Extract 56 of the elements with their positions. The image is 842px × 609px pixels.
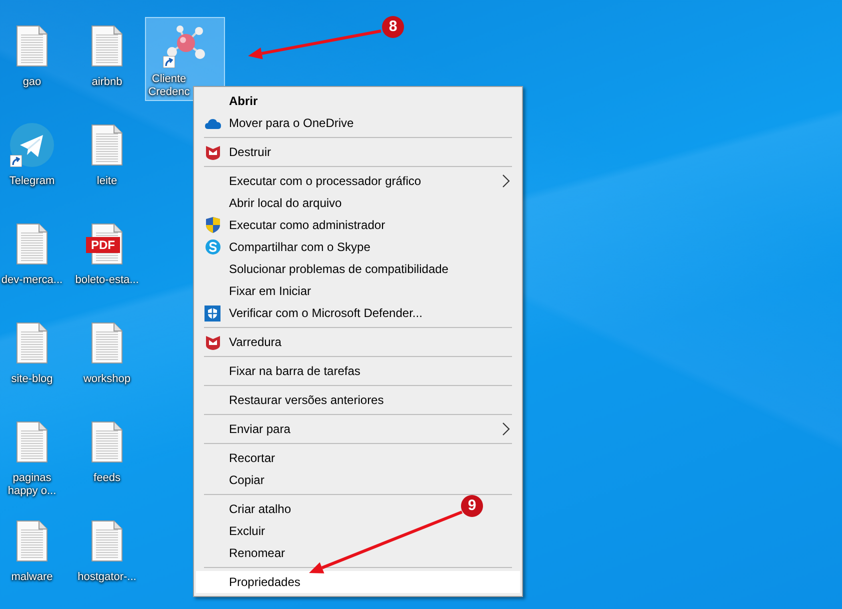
icon-label: gao xyxy=(22,76,42,89)
icon-label: Telegram xyxy=(9,175,55,188)
menu-item[interactable]: Excluir xyxy=(196,520,270,542)
shield-icon xyxy=(204,216,220,234)
menu-item[interactable]: Varredura xyxy=(196,331,286,353)
icon-label: hostgator-... xyxy=(78,571,136,584)
menu-item[interactable]: Recortar xyxy=(196,447,280,469)
icon-label: paginas happy o... xyxy=(6,472,58,498)
menu-item[interactable]: Abrir local do arquivo xyxy=(196,192,346,214)
step-badge: 8 xyxy=(382,16,404,38)
document-icon xyxy=(16,520,48,562)
desktop-icon[interactable]: gao xyxy=(0,17,64,97)
document-icon xyxy=(91,421,123,463)
menu-item[interactable]: Executar com o processador gráfico xyxy=(196,170,520,192)
document-icon xyxy=(91,25,123,67)
icon-label: airbnb xyxy=(92,76,122,89)
chevron-right-icon xyxy=(502,174,510,188)
menu-item[interactable]: Compartilhar com o Skype xyxy=(196,236,374,258)
menu-item[interactable]: Fixar na barra de tarefas xyxy=(196,360,364,382)
icon-label: malware xyxy=(11,571,53,584)
document-icon xyxy=(16,223,48,265)
menu-item[interactable]: Executar como administrador xyxy=(196,214,390,236)
shortcut-arrow-icon xyxy=(163,56,175,68)
paper-plane-icon xyxy=(9,122,55,168)
skype-icon xyxy=(204,239,220,255)
document-icon xyxy=(16,421,48,463)
icon-label: dev-merca... xyxy=(1,274,63,287)
shield-icon xyxy=(204,334,220,350)
menu-item[interactable]: Fixar em Iniciar xyxy=(196,280,316,302)
defender-shield-icon xyxy=(204,304,221,322)
menu-item[interactable]: Destruir xyxy=(196,141,276,163)
menu-item[interactable]: Restaurar versões anteriores xyxy=(196,389,388,411)
menu-item[interactable]: Solucionar problemas de compatibilidade xyxy=(196,258,452,280)
icon-label: Cliente Credenc xyxy=(147,73,191,99)
menu-item[interactable]: Criar atalho xyxy=(196,498,296,520)
menu-item[interactable]: Renomear xyxy=(196,542,290,564)
menu-item[interactable]: Propriedades xyxy=(196,571,520,593)
icon-label: feeds xyxy=(94,472,120,485)
pdf-label: PDF xyxy=(86,237,120,253)
document-icon xyxy=(16,322,48,364)
document-icon xyxy=(91,520,123,562)
menu-item[interactable]: Enviar para xyxy=(196,418,520,440)
desktop-icon[interactable]: PDF boleto-esta... xyxy=(67,215,147,295)
icon-label: workshop xyxy=(83,373,131,386)
shortcut-arrow-icon xyxy=(10,155,22,167)
document-icon xyxy=(91,322,123,364)
menu-item[interactable]: Mover para o OneDrive xyxy=(196,112,358,134)
document-icon xyxy=(91,124,123,166)
icon-label: leite xyxy=(96,175,118,188)
icon-label: boleto-esta... xyxy=(75,274,139,287)
shield-icon xyxy=(204,144,220,160)
menu-item[interactable]: Verificar com o Microsoft Defender... xyxy=(196,302,426,324)
document-icon xyxy=(16,25,48,67)
chevron-right-icon xyxy=(502,422,510,436)
menu-item[interactable]: Copiar xyxy=(196,469,268,491)
icon-label: site-blog xyxy=(11,373,53,386)
